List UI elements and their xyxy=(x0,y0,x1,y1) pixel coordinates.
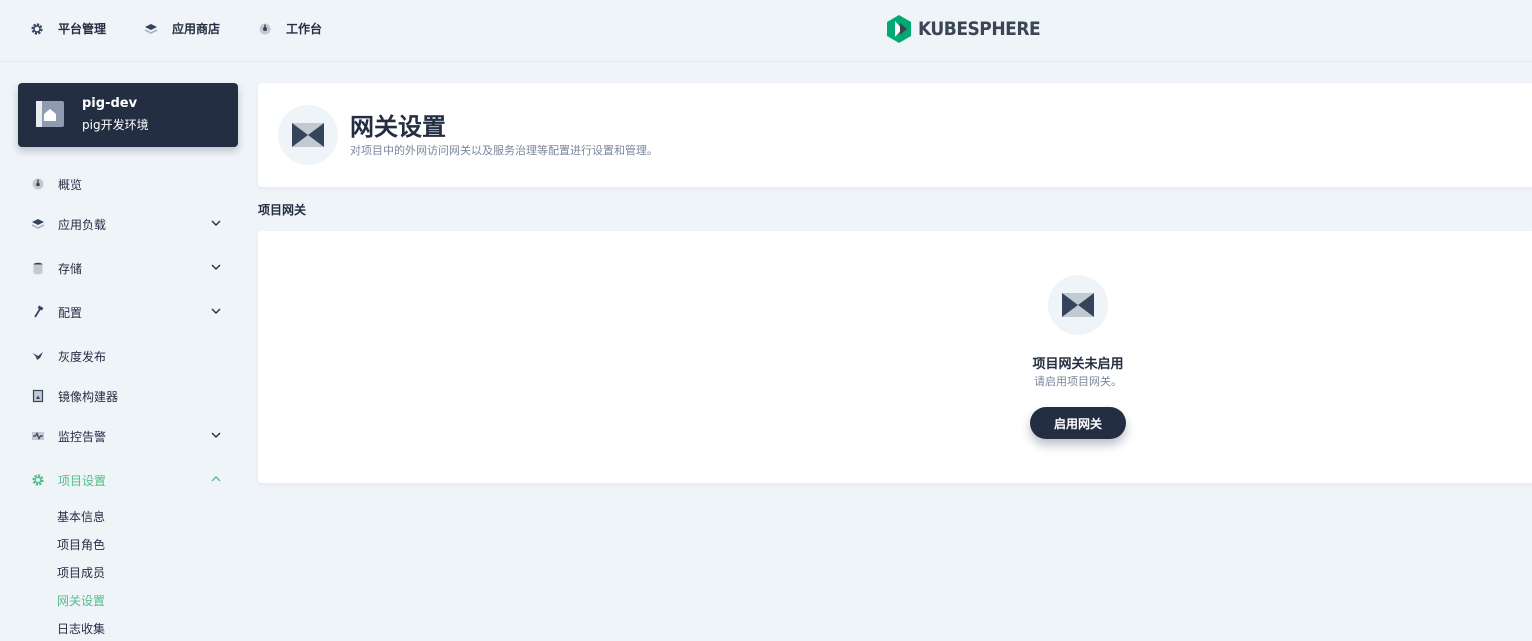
sidebar-item-label: 项目设置 xyxy=(58,473,107,488)
sidebar-item-label: 灰度发布 xyxy=(58,349,107,364)
chevron-up-icon xyxy=(211,476,221,482)
page-header: 网关设置 对项目中的外网访问网关以及服务治理等配置进行设置和管理。 xyxy=(258,83,1532,187)
sidebar-item-label: 配置 xyxy=(58,305,83,320)
sidebar-item-overview[interactable]: 概览 xyxy=(30,172,230,196)
chevron-down-icon xyxy=(211,220,221,226)
chevron-down-icon xyxy=(211,264,221,270)
page-description: 对项目中的外网访问网关以及服务治理等配置进行设置和管理。 xyxy=(350,144,658,157)
logo-text: KUBESPHERE xyxy=(918,18,1041,40)
sidebar-item-configuration[interactable]: 配置 xyxy=(30,300,230,324)
topnav-app-store[interactable]: 应用商店 xyxy=(144,20,220,37)
sidebar-subitem-project-members[interactable]: 项目成员 xyxy=(57,564,105,581)
sidebar-item-label: 应用负载 xyxy=(58,217,107,232)
topnav-label: 工作台 xyxy=(286,22,323,36)
sidebar-subitem-gateway-settings[interactable]: 网关设置 xyxy=(57,592,105,609)
dashboard-icon xyxy=(30,176,46,192)
topnav-label: 平台管理 xyxy=(58,22,107,36)
kubesphere-logo-icon xyxy=(887,15,911,43)
chevron-down-icon xyxy=(211,432,221,438)
bird-icon xyxy=(30,348,46,364)
database-icon xyxy=(30,260,46,276)
topnav-label: 应用商店 xyxy=(172,22,221,36)
sidebar-item-label: 镜像构建器 xyxy=(58,389,119,404)
sidebar-item-label: 概览 xyxy=(58,177,83,192)
project-gateway-panel: 项目网关未启用 请启用项目网关。 启用网关 xyxy=(258,231,1532,483)
sidebar-item-workloads[interactable]: 应用负载 xyxy=(30,212,230,236)
top-bar: 平台管理 应用商店 工作台 KUBESPHERE xyxy=(0,0,1532,62)
kubesphere-logo[interactable]: KUBESPHERE xyxy=(886,15,1041,43)
sidebar-subitem-project-roles[interactable]: 项目角色 xyxy=(57,536,105,553)
project-card[interactable]: pig-dev pig开发环境 xyxy=(18,83,238,147)
topnav-workbench[interactable]: 工作台 xyxy=(258,20,322,37)
gear-icon xyxy=(30,472,46,488)
project-name: pig-dev xyxy=(82,96,138,111)
project-icon xyxy=(34,99,66,132)
sidebar-item-monitoring[interactable]: 监控告警 xyxy=(30,424,230,448)
enable-gateway-button[interactable]: 启用网关 xyxy=(1030,407,1126,439)
hammer-icon xyxy=(30,304,46,320)
sidebar-item-label: 监控告警 xyxy=(58,429,107,444)
sidebar-item-image-builder[interactable]: 镜像构建器 xyxy=(30,384,230,408)
sidebar-item-project-settings[interactable]: 项目设置 xyxy=(30,468,230,492)
page-title: 网关设置 xyxy=(350,113,446,141)
section-title: 项目网关 xyxy=(258,203,307,217)
gear-icon xyxy=(30,22,44,36)
topnav-platform-management[interactable]: 平台管理 xyxy=(30,20,106,37)
image-builder-icon xyxy=(30,388,46,404)
gateway-icon xyxy=(278,105,338,168)
sidebar-subitem-basic-info[interactable]: 基本信息 xyxy=(57,508,105,525)
layers-icon xyxy=(30,216,46,232)
project-description: pig开发环境 xyxy=(82,118,149,132)
top-nav: 平台管理 应用商店 工作台 xyxy=(30,20,360,37)
gateway-icon xyxy=(1048,275,1108,338)
monitor-icon xyxy=(30,428,46,444)
layers-icon xyxy=(144,22,158,36)
sidebar-item-grayscale-release[interactable]: 灰度发布 xyxy=(30,344,230,368)
dashboard-icon xyxy=(258,22,272,36)
empty-state-description: 请启用项目网关。 xyxy=(1034,375,1122,388)
sidebar-item-storage[interactable]: 存储 xyxy=(30,256,230,280)
empty-state-title: 项目网关未启用 xyxy=(1032,357,1124,372)
chevron-down-icon xyxy=(211,308,221,314)
sidebar-subitem-log-collection[interactable]: 日志收集 xyxy=(57,620,105,637)
sidebar-item-label: 存储 xyxy=(58,261,83,276)
